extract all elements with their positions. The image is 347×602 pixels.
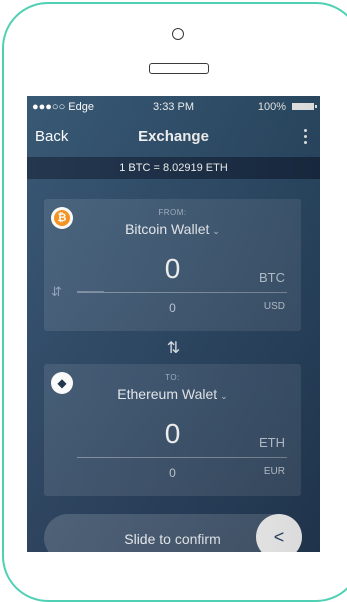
to-wallet-name: Ethereum Walet	[117, 386, 218, 402]
to-currency: ETH	[259, 435, 285, 450]
from-wallet-card: ₿ FROM: Bitcoin Wallet ⌄ 0 BTC 0 USD	[44, 199, 301, 331]
nav-bar: Back Exchange	[27, 120, 320, 154]
from-currency: BTC	[259, 270, 285, 285]
to-fiat-amount: 0	[169, 466, 176, 480]
chevron-down-icon: ⌄	[220, 391, 228, 401]
from-wallet-name: Bitcoin Wallet	[125, 221, 210, 237]
to-divider	[77, 457, 287, 458]
earpiece-speaker	[149, 63, 209, 74]
slide-to-confirm[interactable]: Slide to confirm <	[44, 514, 302, 552]
battery-percent: 100%	[257, 101, 286, 113]
from-fiat-amount: 0	[169, 301, 176, 315]
to-fiat-currency: EUR	[263, 466, 285, 477]
from-wallet-selector[interactable]: Bitcoin Wallet ⌄	[44, 221, 301, 237]
status-bar: ●●●○○ Edge 3:33 PM 100%	[27, 96, 320, 116]
swap-units-line	[77, 291, 104, 292]
chevron-down-icon: ⌄	[212, 226, 220, 236]
to-wallet-card: ◆ TO: Ethereum Walet ⌄ 0 ETH 0 EUR	[44, 364, 301, 496]
to-wallet-selector[interactable]: Ethereum Walet ⌄	[44, 386, 301, 402]
chevron-left-icon[interactable]: <	[256, 514, 302, 552]
exchange-rate-banner: 1 BTC = 8.02919 ETH	[27, 157, 320, 179]
front-camera	[172, 28, 184, 40]
from-divider	[77, 292, 287, 293]
from-label: FROM:	[158, 208, 187, 217]
app-screen: ●●●○○ Edge 3:33 PM 100% Back Exchange 1 …	[27, 96, 320, 552]
page-title: Exchange	[138, 128, 209, 145]
battery-icon	[292, 103, 317, 110]
to-label: TO:	[165, 373, 180, 382]
from-fiat-currency: USD	[263, 301, 285, 312]
swap-direction-icon[interactable]: ⇅	[27, 338, 320, 358]
swap-units-icon[interactable]: ⇵	[51, 284, 62, 300]
more-menu-icon[interactable]	[304, 129, 308, 147]
